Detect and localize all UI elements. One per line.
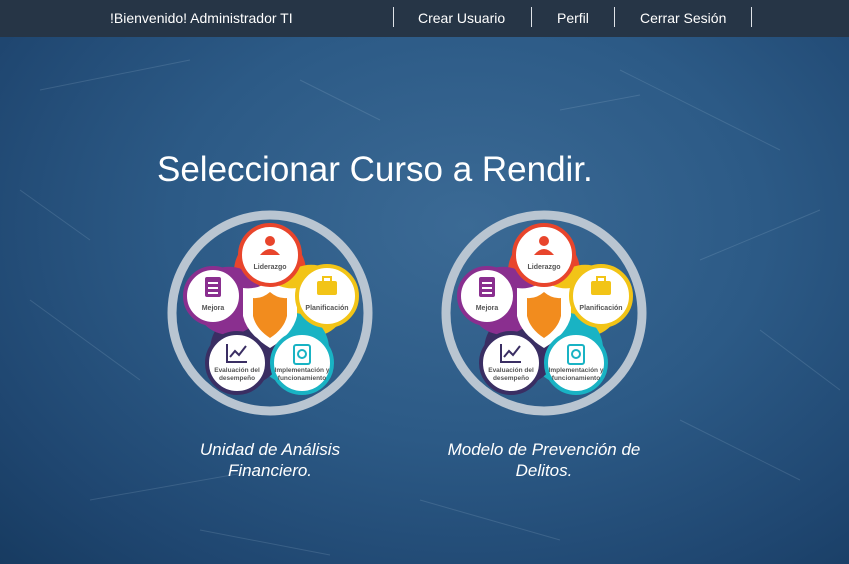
top-navbar: !Bienvenido! Administrador TI Crear Usua… [0, 0, 849, 37]
clipboard-icon [205, 277, 221, 297]
welcome-text: !Bienvenido! Administrador TI [110, 10, 293, 26]
badge-label-evaluacion: Evaluación del [488, 367, 534, 374]
nav-separator [614, 7, 615, 27]
course-title: Unidad de Análisis Financiero. [199, 440, 341, 480]
nav-separator [393, 7, 394, 27]
badge-label-implementacion: Implementación y [275, 367, 330, 374]
badge-label-liderazgo: Liderazgo [527, 264, 560, 271]
nav-cerrar-sesion-link[interactable]: Cerrar Sesión [640, 10, 726, 26]
badge-label-implementacion: funcionamiento [278, 375, 326, 382]
badge-planificacion [295, 264, 359, 328]
badge-label-evaluacion: Evaluación del [214, 367, 260, 374]
course-wheel-image[interactable]: Liderazgo Planificación Implementación yfu… [165, 208, 375, 418]
badge-label-planificacion: Planificación [579, 305, 622, 312]
clipboard-icon [479, 277, 495, 297]
nav-crear-usuario-link[interactable]: Crear Usuario [418, 10, 505, 26]
course-wheel-image[interactable]: Liderazgo Planificación Implementación yfu… [439, 208, 649, 418]
badge-planificacion [569, 264, 633, 328]
badge-label-planificacion: Planificación [305, 305, 348, 312]
badge-label-implementacion: Implementación y [549, 367, 604, 374]
badge-label-mejora: Mejora [202, 305, 225, 312]
badge-label-evaluacion: desempeño [219, 375, 255, 382]
page-title: Seleccionar Curso a Rendir. [157, 150, 593, 189]
badge-label-evaluacion: desempeño [493, 375, 529, 382]
nav-perfil-link[interactable]: Perfil [557, 10, 589, 26]
badge-label-liderazgo: Liderazgo [253, 264, 286, 271]
course-title: Modelo de Prevención de Delitos. [447, 440, 641, 480]
course-card-uaf[interactable]: Liderazgo Planificación Implementación y fu… [140, 208, 400, 481]
badge-label-implementacion: funcionamiento [552, 375, 600, 382]
course-card-mpd[interactable]: Liderazgo Planificación Implementación y fu… [414, 208, 674, 481]
nav-separator [531, 7, 532, 27]
badge-label-mejora: Mejora [476, 305, 499, 312]
nav-separator [751, 7, 752, 27]
